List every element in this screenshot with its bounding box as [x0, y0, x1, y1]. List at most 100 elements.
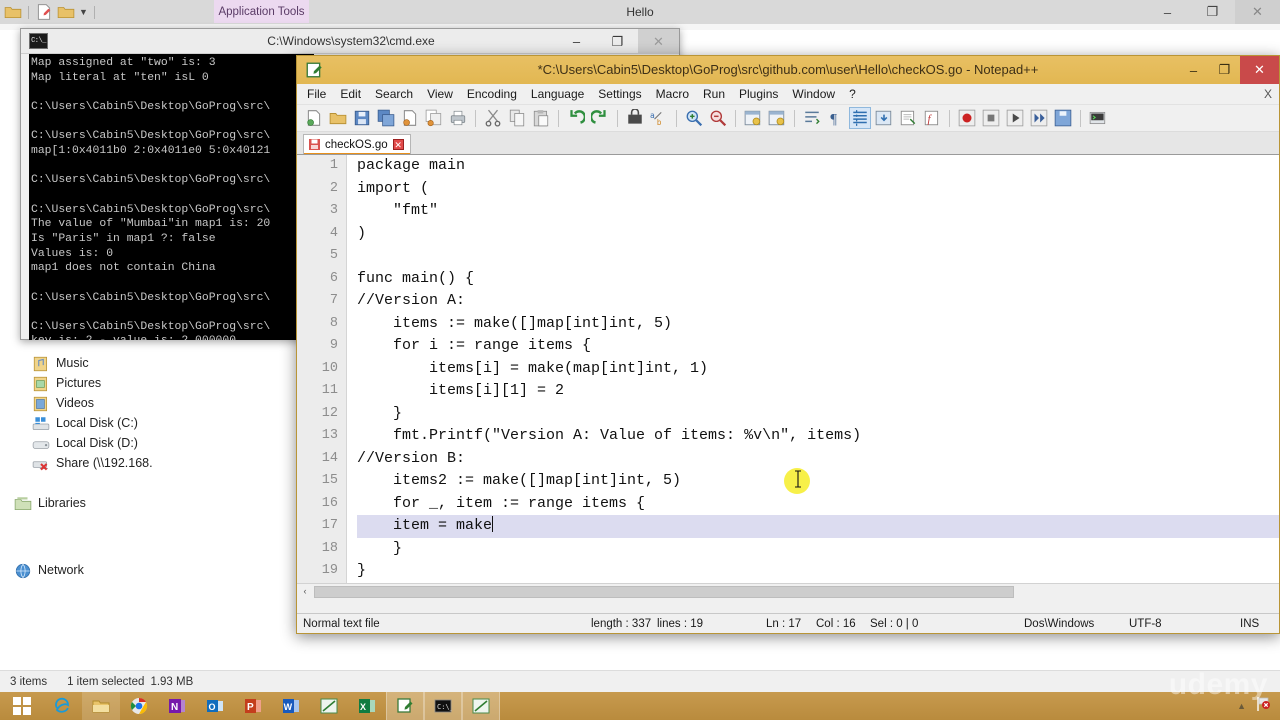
notepadpp-window-buttons[interactable]: – ❐ ✕	[1178, 56, 1279, 84]
notepadpp-tabbar[interactable]: checkOS.go ✕	[297, 132, 1279, 155]
open-file-icon[interactable]	[327, 107, 349, 129]
close-document-button[interactable]: X	[1264, 87, 1272, 101]
menu-search[interactable]: Search	[375, 87, 413, 101]
play-multi-macro-icon[interactable]	[1028, 107, 1050, 129]
notepadpp-restore-button[interactable]: ❐	[1209, 56, 1240, 84]
nav-item-music[interactable]: Music	[32, 353, 89, 373]
code-line[interactable]: func main() {	[357, 268, 1279, 291]
horizontal-scroll-thumb[interactable]	[314, 585, 1014, 598]
paste-icon[interactable]	[530, 107, 552, 129]
code-line[interactable]: for i := range items {	[357, 335, 1279, 358]
taskbar-internet-explorer[interactable]	[44, 692, 82, 720]
menu-macro[interactable]: Macro	[656, 87, 689, 101]
redo-icon[interactable]	[589, 107, 611, 129]
run-icon[interactable]	[1087, 107, 1109, 129]
doc-map-icon[interactable]	[897, 107, 919, 129]
indent-guide-icon[interactable]	[849, 107, 871, 129]
cmd-maximize-button[interactable]: ❐	[597, 29, 638, 54]
code-line[interactable]: import (	[357, 178, 1279, 201]
nav-item-local-disk-c[interactable]: Local Disk (C:)	[32, 413, 138, 433]
nav-item-videos[interactable]: Videos	[32, 393, 94, 413]
cut-icon[interactable]	[482, 107, 504, 129]
taskbar-word[interactable]: W	[272, 692, 310, 720]
code-folding-rail[interactable]	[347, 155, 357, 599]
code-line[interactable]: )	[357, 223, 1279, 246]
show-all-chars-icon[interactable]: ¶	[825, 107, 847, 129]
nav-item-libraries[interactable]: Libraries	[14, 493, 86, 513]
show-hidden-icons-arrow[interactable]: ▲	[1237, 701, 1246, 711]
code-line[interactable]: }	[357, 403, 1279, 426]
notepadpp-menubar[interactable]: File Edit Search View Encoding Language …	[297, 84, 1279, 105]
ribbon-tab-application-tools[interactable]: Application Tools	[214, 0, 309, 23]
sync-vertical-icon[interactable]	[742, 107, 764, 129]
function-list-icon[interactable]: f	[921, 107, 943, 129]
code-line[interactable]: items[i] = make(map[int]int, 1)	[357, 358, 1279, 381]
notepadpp-toolbar[interactable]: ab ¶ f	[297, 105, 1279, 132]
new-file-icon[interactable]	[303, 107, 325, 129]
code-line[interactable]: items2 := make([]map[int]int, 5)	[357, 470, 1279, 493]
taskbar-command-prompt[interactable]: C:\_	[424, 692, 462, 720]
save-all-icon[interactable]	[375, 107, 397, 129]
menu-file[interactable]: File	[307, 87, 326, 101]
code-line[interactable]: for _, item := range items {	[357, 493, 1279, 516]
code-line[interactable]: }	[357, 560, 1279, 583]
code-text-area[interactable]: package main import ( "fmt" ) func main(…	[357, 155, 1279, 599]
play-macro-icon[interactable]	[1004, 107, 1026, 129]
code-line[interactable]: package main	[357, 155, 1279, 178]
code-line[interactable]: fmt.Printf("Version A: Value of items: %…	[357, 425, 1279, 448]
menu-plugins[interactable]: Plugins	[739, 87, 778, 101]
taskbar-outlook[interactable]: O	[196, 692, 234, 720]
cmd-window-buttons[interactable]: – ❐ ✕	[556, 29, 679, 54]
code-line[interactable]: }	[357, 538, 1279, 561]
menu-window[interactable]: Window	[792, 87, 835, 101]
taskbar-excel[interactable]: X	[348, 692, 386, 720]
taskbar-powerpoint[interactable]: P	[234, 692, 272, 720]
tab-checkos-go[interactable]: checkOS.go ✕	[303, 134, 411, 155]
find-icon[interactable]	[624, 107, 646, 129]
record-macro-icon[interactable]	[956, 107, 978, 129]
print-icon[interactable]	[447, 107, 469, 129]
copy-icon[interactable]	[506, 107, 528, 129]
explorer-restore-button[interactable]: ❐	[1190, 0, 1235, 24]
menu-view[interactable]: View	[427, 87, 453, 101]
code-line[interactable]	[357, 245, 1279, 268]
menu-settings[interactable]: Settings	[598, 87, 641, 101]
taskbar-go-app[interactable]	[310, 692, 348, 720]
tab-close-icon[interactable]: ✕	[392, 139, 404, 150]
code-line[interactable]: "fmt"	[357, 200, 1279, 223]
cmd-minimize-button[interactable]: –	[556, 29, 597, 54]
nav-item-local-disk-d[interactable]: Local Disk (D:)	[32, 433, 138, 453]
code-line-current[interactable]: item = make	[357, 515, 1279, 538]
taskbar-onenote[interactable]: N	[158, 692, 196, 720]
explorer-minimize-button[interactable]: –	[1145, 0, 1190, 24]
horizontal-scrollbar[interactable]: ‹	[297, 583, 1279, 599]
ui-theme-icon[interactable]	[873, 107, 895, 129]
menu-edit[interactable]: Edit	[340, 87, 361, 101]
explorer-close-button[interactable]: ✕	[1235, 0, 1280, 24]
sync-horizontal-icon[interactable]	[766, 107, 788, 129]
notepadpp-close-button[interactable]: ✕	[1240, 56, 1279, 84]
cmd-console-output[interactable]: Map assigned at "two" is: 3 Map literal …	[29, 54, 314, 340]
save-icon[interactable]	[351, 107, 373, 129]
close-file-icon[interactable]	[399, 107, 421, 129]
taskbar-chrome[interactable]	[120, 692, 158, 720]
replace-icon[interactable]: ab	[648, 107, 670, 129]
windows-start-icon[interactable]	[0, 692, 44, 720]
scroll-left-arrow-icon[interactable]: ‹	[297, 584, 313, 599]
save-macro-icon[interactable]	[1052, 107, 1074, 129]
undo-icon[interactable]	[565, 107, 587, 129]
code-line[interactable]: //Version A:	[357, 290, 1279, 313]
code-line[interactable]: //Version B:	[357, 448, 1279, 471]
notepadpp-minimize-button[interactable]: –	[1178, 56, 1209, 84]
code-editor[interactable]: 1 2 3 4 5 6 7 8 9 10 11 12 13 14 15 16 1…	[297, 154, 1279, 599]
nav-item-share[interactable]: Share (\\192.168.	[32, 453, 153, 473]
taskbar-notepad-plus-plus[interactable]	[386, 692, 424, 720]
taskbar-go-terminal[interactable]	[462, 692, 500, 720]
zoom-out-icon[interactable]	[707, 107, 729, 129]
notepadpp-window[interactable]: *C:\Users\Cabin5\Desktop\GoProg\src\gith…	[296, 55, 1280, 634]
nav-item-network[interactable]: Network	[14, 560, 84, 580]
menu-encoding[interactable]: Encoding	[467, 87, 517, 101]
close-all-icon[interactable]	[423, 107, 445, 129]
windows-taskbar[interactable]: N O P W X C:\_ ▲	[0, 692, 1280, 720]
stop-macro-icon[interactable]	[980, 107, 1002, 129]
